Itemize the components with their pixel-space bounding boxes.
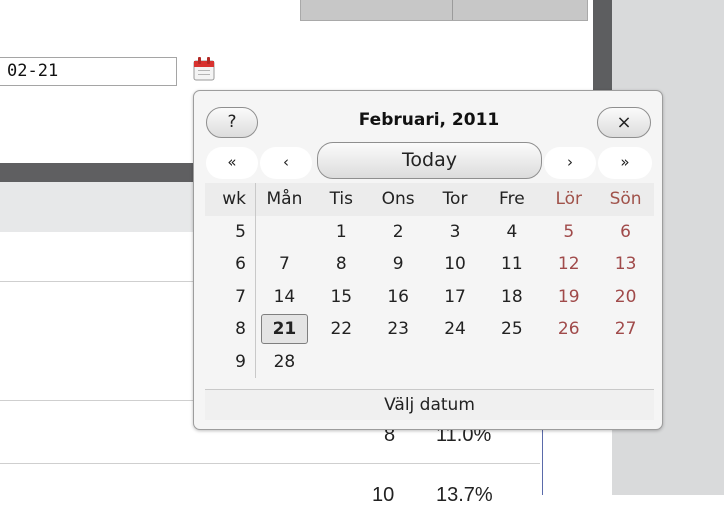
- calendar-day[interactable]: 23: [370, 313, 427, 346]
- today-button[interactable]: Today: [317, 142, 542, 179]
- table-row-divider: [0, 400, 200, 401]
- previous-month-button[interactable]: ‹: [260, 147, 312, 179]
- calendar-week-row: 6 7 8 9 10 11 12 13: [205, 248, 654, 281]
- calendar-day[interactable]: 22: [313, 313, 370, 346]
- calendar-empty-cell: [370, 346, 427, 379]
- table-cell: 13.7%: [436, 484, 493, 506]
- table-row-divider: [0, 281, 200, 282]
- calendar-day[interactable]: 7: [256, 248, 313, 281]
- calendar-day[interactable]: 18: [483, 281, 540, 314]
- weekday-header: Tis: [329, 189, 354, 209]
- month-title: Februari, 2011: [358, 110, 500, 130]
- calendar-day[interactable]: 16: [370, 281, 427, 314]
- calendar-empty-cell: [483, 346, 540, 379]
- week-number: 6: [205, 248, 256, 281]
- weekday-header: Lör: [555, 189, 582, 209]
- previous-year-button[interactable]: «: [206, 147, 258, 179]
- calendar-week-row: 8 21 22 23 24 25 26 27: [205, 313, 654, 346]
- help-button[interactable]: ?: [206, 107, 258, 138]
- weekday-header: Mån: [266, 189, 303, 209]
- calendar-day[interactable]: 4: [483, 216, 540, 249]
- weekday-header: Fre: [499, 189, 525, 209]
- weekday-header: Ons: [381, 189, 415, 209]
- date-input[interactable]: 02-21: [0, 57, 177, 86]
- calendar-day[interactable]: 6: [597, 216, 654, 249]
- week-number: 8: [205, 313, 256, 346]
- calendar-week-row: 5123456: [205, 215, 654, 249]
- table-column-border: [542, 430, 543, 495]
- weekday-header: Tor: [442, 189, 468, 209]
- calendar-day[interactable]: 12: [540, 248, 597, 281]
- calendar-day-cell[interactable]: 21: [256, 313, 313, 346]
- calendar-day[interactable]: 24: [427, 313, 484, 346]
- calendar-footer-status: Välj datum: [205, 389, 654, 420]
- calendar-day[interactable]: 26: [540, 313, 597, 346]
- calendar-empty-cell: [540, 346, 597, 379]
- calendar-day[interactable]: 20: [597, 281, 654, 314]
- close-button[interactable]: ×: [597, 107, 651, 138]
- week-column-header: wk: [205, 183, 256, 216]
- date-picker-popup: ? Februari, 2011 × « ‹ Today › » wk Mån …: [193, 90, 663, 430]
- calendar-day[interactable]: 5: [540, 216, 597, 249]
- calendar-day[interactable]: 1: [313, 216, 370, 249]
- week-number: 5: [205, 215, 256, 248]
- calendar-day[interactable]: 27: [597, 313, 654, 346]
- calendar-empty-cell: [427, 346, 484, 379]
- calendar-day[interactable]: 3: [427, 216, 484, 249]
- next-month-button[interactable]: ›: [544, 147, 596, 179]
- calendar-day[interactable]: 13: [597, 248, 654, 281]
- calendar-week-row: 7 14 15 16 17 18 19 20: [205, 280, 654, 314]
- button-separator: [452, 0, 453, 20]
- calendar-empty-cell: [313, 346, 370, 379]
- table-row-divider: [0, 463, 540, 464]
- calendar-day[interactable]: 2: [370, 216, 427, 249]
- weekday-header: Sön: [609, 189, 642, 209]
- calendar-grid: wk Mån Tis Ons Tor Fre Lör Sön 512345667…: [205, 183, 654, 378]
- calendar-day[interactable]: 11: [483, 248, 540, 281]
- calendar-week-row: 9 28: [205, 345, 654, 379]
- week-number: 9: [205, 345, 256, 378]
- calendar-empty-cell: [256, 216, 313, 249]
- calendar-day[interactable]: 25: [483, 313, 540, 346]
- calendar-day[interactable]: 14: [256, 281, 313, 314]
- calendar-empty-cell: [597, 346, 654, 379]
- week-number: 7: [205, 280, 256, 313]
- calendar-day[interactable]: 10: [427, 248, 484, 281]
- dark-divider: [593, 0, 612, 98]
- table-cell: 10: [372, 484, 395, 506]
- selected-day[interactable]: 21: [260, 314, 308, 344]
- top-button-group[interactable]: [300, 0, 588, 21]
- calendar-icon[interactable]: [193, 55, 215, 82]
- calendar-day[interactable]: 19: [540, 281, 597, 314]
- weekday-header-row: wk Mån Tis Ons Tor Fre Lör Sön: [205, 183, 654, 216]
- calendar-day[interactable]: 17: [427, 281, 484, 314]
- calendar-day[interactable]: 15: [313, 281, 370, 314]
- calendar-day[interactable]: 9: [370, 248, 427, 281]
- calendar-day[interactable]: 8: [313, 248, 370, 281]
- next-year-button[interactable]: »: [598, 147, 652, 179]
- calendar-day[interactable]: 28: [256, 346, 313, 379]
